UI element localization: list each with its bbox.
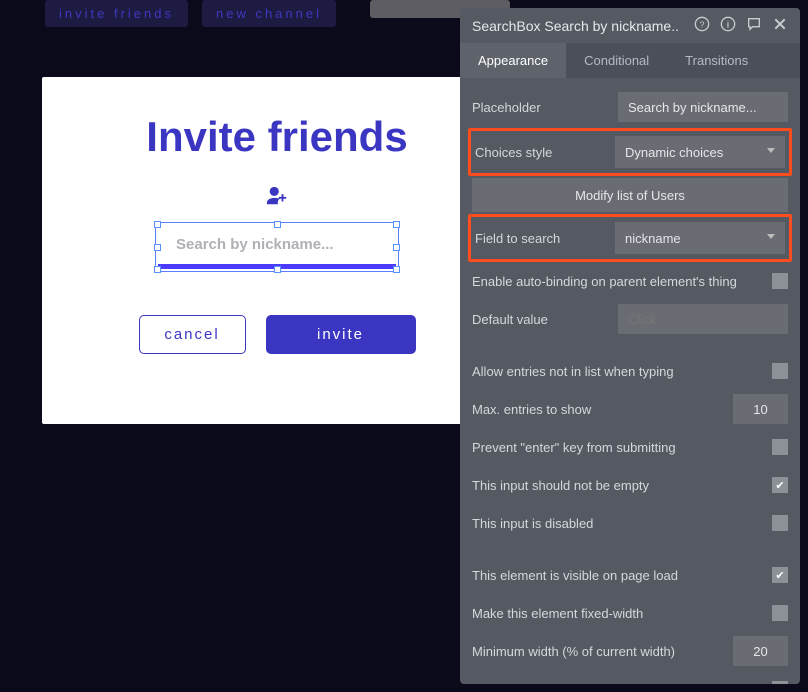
resize-handle-bc[interactable] (274, 266, 281, 273)
resize-handle-tl[interactable] (154, 221, 161, 228)
min-width-label: Minimum width (% of current width) (472, 644, 733, 659)
highlight-field-to-search: Field to search nickname (468, 214, 792, 262)
placeholder-input[interactable] (618, 92, 788, 122)
invite-friends-modal: Invite friends cancel invite (42, 77, 512, 424)
resize-handle-ml[interactable] (154, 244, 161, 251)
resize-handle-tr[interactable] (393, 221, 400, 228)
field-to-search-label: Field to search (475, 231, 615, 246)
close-icon[interactable] (772, 16, 788, 35)
cancel-button[interactable]: cancel (139, 315, 246, 354)
max-entries-label: Max. entries to show (472, 402, 733, 417)
placeholder-label: Placeholder (472, 100, 618, 115)
modal-title: Invite friends (146, 113, 407, 161)
searchbox-element[interactable] (158, 225, 396, 269)
max-width-checkbox[interactable] (772, 681, 788, 684)
default-value-label: Default value (472, 312, 618, 327)
user-plus-icon (266, 185, 288, 207)
min-width-input[interactable] (733, 636, 788, 666)
enable-autobind-label: Enable auto-binding on parent element's … (472, 274, 772, 289)
property-panel: SearchBox Search by nickname.. ? i Appea… (460, 8, 800, 684)
tab-appearance[interactable]: Appearance (460, 43, 566, 78)
default-value-input[interactable] (618, 304, 788, 334)
resize-handle-tc[interactable] (274, 221, 281, 228)
disabled-label: This input is disabled (472, 516, 772, 531)
prevent-enter-checkbox[interactable] (772, 439, 788, 455)
choices-style-value: Dynamic choices (625, 145, 723, 160)
max-entries-input[interactable] (733, 394, 788, 424)
not-empty-label: This input should not be empty (472, 478, 772, 493)
svg-text:i: i (727, 19, 729, 29)
tab-transitions[interactable]: Transitions (667, 43, 766, 78)
max-width-label: Apply a max width when the page is stret… (472, 682, 772, 685)
tab-conditional[interactable]: Conditional (566, 43, 667, 78)
not-empty-checkbox[interactable] (772, 477, 788, 493)
choices-style-dropdown[interactable]: Dynamic choices (615, 136, 785, 168)
disabled-checkbox[interactable] (772, 515, 788, 531)
resize-handle-mr[interactable] (393, 244, 400, 251)
svg-text:?: ? (700, 19, 705, 29)
panel-title: SearchBox Search by nickname.. (472, 18, 694, 34)
invite-friends-button[interactable]: invite friends (45, 0, 188, 27)
allow-entries-checkbox[interactable] (772, 363, 788, 379)
chevron-down-icon (767, 234, 775, 239)
choices-style-label: Choices style (475, 145, 615, 160)
info-icon[interactable]: i (720, 16, 736, 35)
fixed-width-checkbox[interactable] (772, 605, 788, 621)
modify-list-button[interactable]: Modify list of Users (472, 178, 788, 212)
resize-handle-bl[interactable] (154, 266, 161, 273)
allow-entries-label: Allow entries not in list when typing (472, 364, 772, 379)
enable-autobind-checkbox[interactable] (772, 273, 788, 289)
visible-checkbox[interactable] (772, 567, 788, 583)
highlight-choices-style: Choices style Dynamic choices (468, 128, 792, 176)
invite-button[interactable]: invite (266, 315, 416, 354)
search-input[interactable] (158, 225, 396, 263)
field-to-search-value: nickname (625, 231, 681, 246)
new-channel-button[interactable]: new channel (202, 0, 336, 27)
resize-handle-br[interactable] (393, 266, 400, 273)
help-icon[interactable]: ? (694, 16, 710, 35)
chevron-down-icon (767, 148, 775, 153)
visible-label: This element is visible on page load (472, 568, 772, 583)
fixed-width-label: Make this element fixed-width (472, 606, 772, 621)
comment-icon[interactable] (746, 16, 762, 35)
prevent-enter-label: Prevent "enter" key from submitting (472, 440, 772, 455)
field-to-search-dropdown[interactable]: nickname (615, 222, 785, 254)
